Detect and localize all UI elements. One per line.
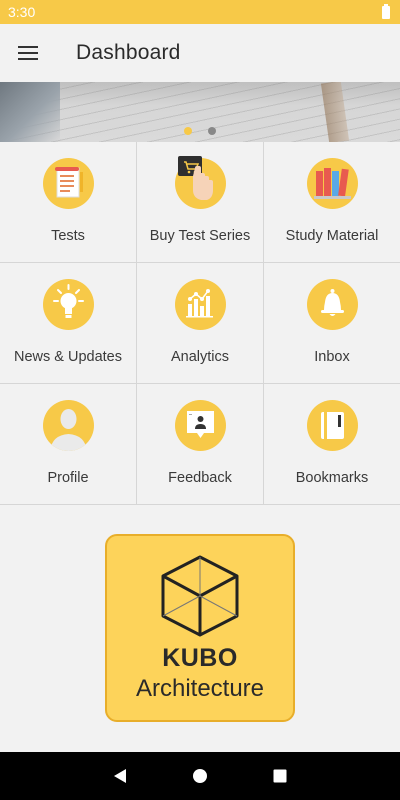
home-circle-icon [193,769,207,783]
banner-carousel[interactable] [0,82,400,142]
hamburger-menu-icon [18,46,38,60]
logo-name: KUBO [162,644,238,672]
app-bar: Dashboard [0,24,400,82]
nav-back-button[interactable] [100,756,140,796]
books-icon [306,158,358,209]
lightbulb-icon [42,279,94,330]
tile-label: Feedback [168,470,232,486]
bell-icon [306,279,358,330]
tile-label: Bookmarks [295,470,369,486]
tile-label: Analytics [170,349,230,365]
page-title: Dashboard [76,41,181,64]
status-bar: 3:30 [0,0,400,24]
nav-recents-button[interactable] [260,756,300,796]
cube-logo-icon [161,555,239,637]
test-paper-icon [42,158,94,209]
tile-tests[interactable]: Tests [0,142,137,263]
logo-subtitle: Architecture [135,675,265,702]
tile-label: Inbox [314,349,350,365]
feedback-icon [174,400,226,451]
carousel-dot-1[interactable] [184,127,192,135]
dashboard-grid: Tests Buy Test Series Study Material New… [0,142,400,505]
recents-square-icon [273,769,287,783]
tile-label: Buy Test Series [149,228,251,244]
tile-buy-test-series[interactable]: Buy Test Series [137,142,264,263]
tile-feedback[interactable]: Feedback [137,384,264,505]
bookmark-book-icon [306,400,358,451]
tile-label: News & Updates [14,349,122,365]
tile-bookmarks[interactable]: Bookmarks [264,384,400,505]
tile-label: Tests [51,228,85,244]
battery-full-icon [382,3,390,19]
nav-home-button[interactable] [180,756,220,796]
bar-chart-icon [174,279,226,330]
tile-inbox[interactable]: Inbox [264,263,400,384]
tile-profile[interactable]: Profile [0,384,137,505]
menu-button[interactable] [0,24,56,82]
carousel-indicator [0,127,400,135]
kubo-logo-card: KUBO Architecture [105,534,295,722]
tile-label: Study Material [285,228,379,244]
status-time: 3:30 [8,4,36,20]
tile-study-material[interactable]: Study Material [264,142,400,263]
tile-news-updates[interactable]: News & Updates [0,263,137,384]
shopping-cart-tap-icon [174,156,226,209]
user-avatar-icon [42,400,94,451]
tile-label: Profile [47,470,89,486]
back-triangle-icon [114,769,126,783]
system-nav-bar [0,752,400,800]
carousel-dot-2[interactable] [208,127,216,135]
tile-analytics[interactable]: Analytics [137,263,264,384]
